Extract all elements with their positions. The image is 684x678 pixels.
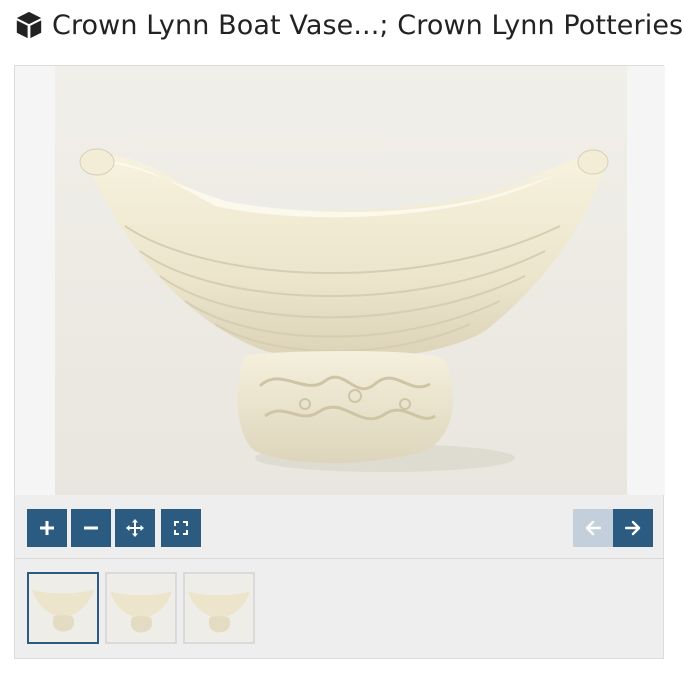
image-stage[interactable] <box>15 66 665 495</box>
minus-icon <box>84 526 98 530</box>
thumbnail-2[interactable] <box>105 572 177 644</box>
cube-icon <box>16 11 42 39</box>
thumbnail-1[interactable] <box>27 572 99 644</box>
arrow-right-icon <box>625 520 641 536</box>
vase-thumbnail <box>29 574 97 642</box>
pan-button[interactable] <box>115 509 155 547</box>
vase-thumbnail <box>107 574 175 642</box>
plus-icon <box>40 521 54 535</box>
fullscreen-icon <box>174 521 188 535</box>
vase-photo[interactable] <box>55 66 627 495</box>
zoom-in-button[interactable] <box>27 509 67 547</box>
fullscreen-button[interactable] <box>161 509 201 547</box>
thumbnail-strip <box>15 559 663 658</box>
move-icon <box>126 519 144 537</box>
next-image-button[interactable] <box>613 509 653 547</box>
arrow-left-icon <box>585 520 601 536</box>
page-title: Crown Lynn Boat Vase...; Crown Lynn Pott… <box>52 9 684 41</box>
image-viewer <box>14 65 665 659</box>
vase-thumbnail <box>185 574 253 642</box>
page-header: Crown Lynn Boat Vase...; Crown Lynn Pott… <box>14 6 684 44</box>
zoom-out-button[interactable] <box>71 509 111 547</box>
thumbnail-3[interactable] <box>183 572 255 644</box>
viewer-toolbar <box>15 495 663 559</box>
previous-image-button[interactable] <box>573 509 613 547</box>
